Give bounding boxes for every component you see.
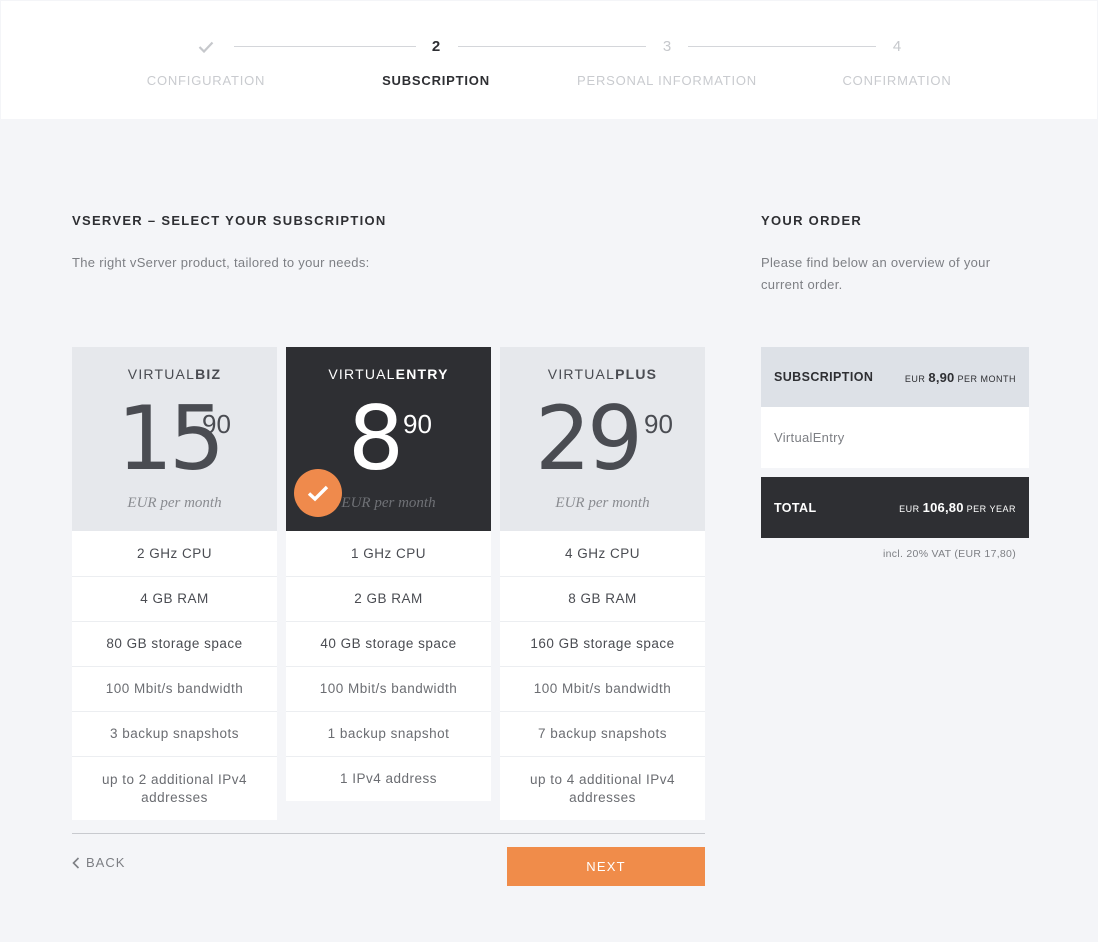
feature-storage: 40 GB storage space <box>286 621 491 666</box>
feature-bandwidth: 100 Mbit/s bandwidth <box>286 666 491 711</box>
footer-divider <box>72 833 705 834</box>
plan-card-virtualplus[interactable]: VIRTUALPLUS 29 90 EUR per month 4 GHz CP… <box>500 347 705 820</box>
plan-header[interactable]: VIRTUALPLUS 29 90 EUR per month <box>500 347 705 531</box>
back-button[interactable]: BACK <box>72 855 125 870</box>
order-subscription-price: EUR 8,90 PER MONTH <box>904 369 1016 385</box>
plan-header[interactable]: VIRTUALBIZ 15 90 EUR per month <box>72 347 277 531</box>
step-2-label: SUBSCRIPTION <box>382 73 490 88</box>
price-period: EUR per month <box>127 495 222 511</box>
plan-price: 29 90 <box>500 389 705 489</box>
order-item-row: VirtualEntry <box>761 407 1029 468</box>
step-3-number: 3 <box>662 38 672 55</box>
step-2-number: 2 <box>431 38 441 55</box>
plan-name: VIRTUALBIZ <box>127 366 222 382</box>
plan-features: 1 GHz CPU 2 GB RAM 40 GB storage space 1… <box>286 531 491 801</box>
plan-name: VIRTUALENTRY <box>328 366 449 382</box>
plan-card-virtualentry[interactable]: VIRTUALENTRY 8 90 EUR per month 1 GHz CP… <box>286 347 491 801</box>
feature-ram: 4 GB RAM <box>72 576 277 621</box>
step-connector <box>234 46 416 47</box>
feature-cpu: 1 GHz CPU <box>286 531 491 576</box>
price-period: EUR per month <box>555 495 650 511</box>
price-cents: 90 <box>403 409 432 439</box>
feature-snapshots: 7 backup snapshots <box>500 711 705 756</box>
price-cents: 90 <box>202 409 231 439</box>
step-4-number: 4 <box>892 38 902 55</box>
order-subscription-row: SUBSCRIPTION EUR 8,90 PER MONTH <box>761 347 1029 407</box>
feature-cpu: 2 GHz CPU <box>72 531 277 576</box>
order-description: Please find below an overview of your cu… <box>761 255 991 292</box>
feature-ram: 2 GB RAM <box>286 576 491 621</box>
feature-snapshots: 3 backup snapshots <box>72 711 277 756</box>
price-cents: 90 <box>644 409 673 439</box>
plan-features: 4 GHz CPU 8 GB RAM 160 GB storage space … <box>500 531 705 820</box>
step-connector <box>688 46 876 47</box>
price-main: 8 <box>348 387 404 490</box>
feature-storage: 80 GB storage space <box>72 621 277 666</box>
feature-storage: 160 GB storage space <box>500 621 705 666</box>
page-subtitle: The right vServer product, tailored to y… <box>72 255 370 270</box>
page-title: VSERVER – SELECT YOUR SUBSCRIPTION <box>72 213 387 228</box>
order-total-label: TOTAL <box>774 500 817 515</box>
feature-ipv4: up to 4 additional IPv4 addresses <box>500 756 705 820</box>
feature-ram: 8 GB RAM <box>500 576 705 621</box>
plan-price: 15 90 <box>72 389 277 489</box>
plan-features: 2 GHz CPU 4 GB RAM 80 GB storage space 1… <box>72 531 277 820</box>
next-button[interactable]: NEXT <box>507 847 705 886</box>
step-1-label[interactable]: CONFIGURATION <box>86 73 326 89</box>
progress-stepper: 2 3 4 CONFIGURATION SUBSCRIPTION PERSONA… <box>1 1 1097 119</box>
step-4-label: CONFIRMATION <box>842 73 952 88</box>
order-title: YOUR ORDER <box>761 213 863 228</box>
plan-card-virtualbiz[interactable]: VIRTUALBIZ 15 90 EUR per month 2 GHz CPU… <box>72 347 277 820</box>
feature-bandwidth: 100 Mbit/s bandwidth <box>72 666 277 711</box>
plan-name: VIRTUALPLUS <box>547 366 658 382</box>
step-1-check-icon[interactable] <box>186 37 226 57</box>
back-button-label: BACK <box>86 855 126 870</box>
feature-ipv4: 1 IPv4 address <box>286 756 491 801</box>
plan-header[interactable]: VIRTUALENTRY 8 90 EUR per month <box>286 347 491 531</box>
order-total-price: EUR 106,80 PER YEAR <box>899 500 1016 515</box>
order-total-row: TOTAL EUR 106,80 PER YEAR <box>761 477 1029 538</box>
chevron-left-icon <box>72 856 80 869</box>
feature-bandwidth: 100 Mbit/s bandwidth <box>500 666 705 711</box>
order-item-name: VirtualEntry <box>774 430 845 445</box>
selected-check-icon <box>294 469 342 517</box>
step-connector <box>458 46 646 47</box>
price-main: 29 <box>535 387 643 490</box>
feature-ipv4: up to 2 additional IPv4 addresses <box>72 756 277 820</box>
feature-snapshots: 1 backup snapshot <box>286 711 491 756</box>
vat-note: incl. 20% VAT (EUR 17,80) <box>883 548 1016 560</box>
order-subscription-label: SUBSCRIPTION <box>774 370 874 384</box>
step-3-label: PERSONAL INFORMATION <box>577 73 757 88</box>
feature-cpu: 4 GHz CPU <box>500 531 705 576</box>
